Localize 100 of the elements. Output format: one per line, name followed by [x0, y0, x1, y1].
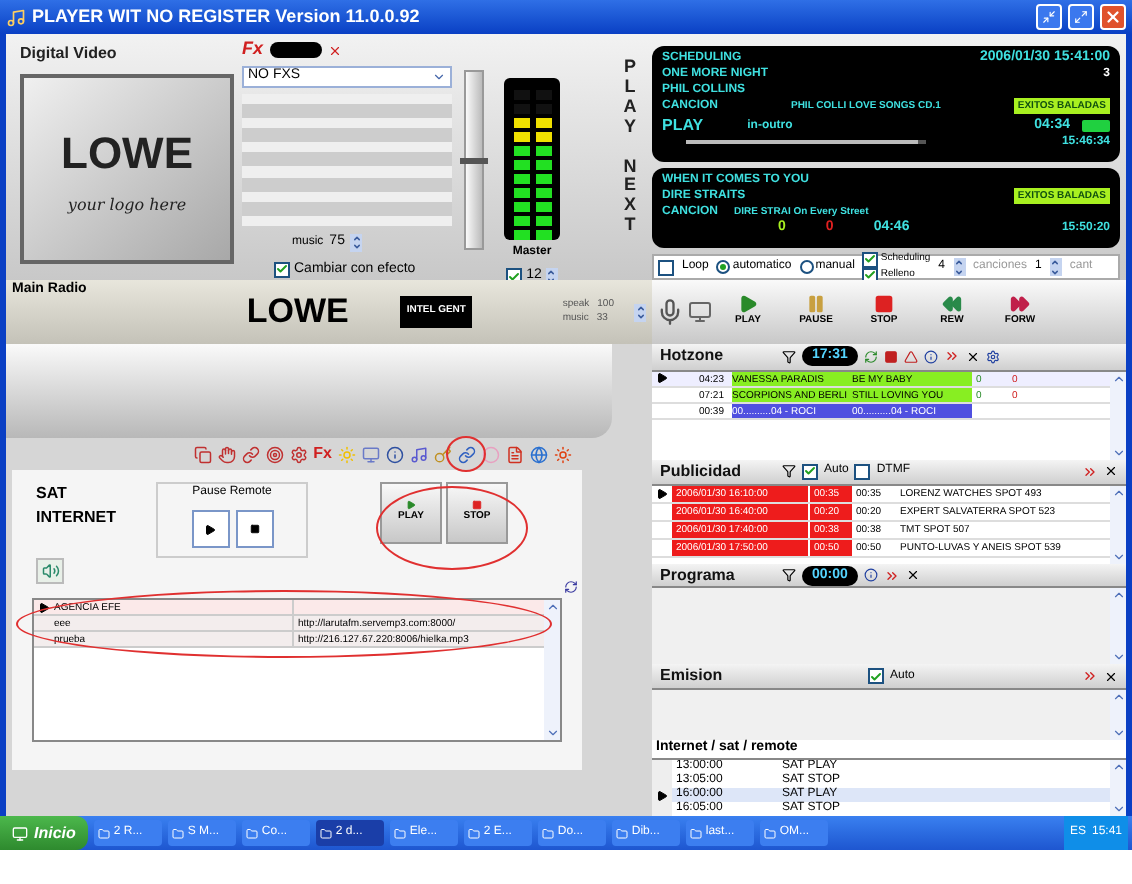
- folder-icon: [763, 827, 776, 839]
- folder-icon: [541, 827, 554, 839]
- scrollbar[interactable]: [1110, 760, 1126, 816]
- checkbox[interactable]: [802, 463, 818, 480]
- sun-icon[interactable]: [554, 445, 572, 463]
- spinner-arrows-icon[interactable]: [350, 233, 363, 252]
- copy-icon[interactable]: [193, 445, 212, 463]
- folder-icon: [467, 827, 480, 839]
- row-pointer-icon: [656, 789, 668, 802]
- info-icon: [923, 349, 938, 364]
- row-pointer-icon: [38, 601, 50, 613]
- logo-tagline: your logo here: [67, 194, 187, 218]
- stop-icon: [249, 524, 259, 534]
- stop-button[interactable]: [235, 510, 273, 548]
- volume-slider-thumb[interactable]: [460, 158, 488, 164]
- checkbox[interactable]: [854, 463, 871, 480]
- close-icon: [1104, 8, 1122, 26]
- scroll-down-icon[interactable]: [1111, 650, 1125, 665]
- globe-icon[interactable]: [530, 445, 548, 463]
- monitor-icon: [688, 299, 712, 324]
- stop-icon: [472, 500, 482, 511]
- scrollbar[interactable]: [1110, 371, 1126, 460]
- radio-button[interactable]: [799, 260, 814, 274]
- close-icon: [1104, 464, 1118, 479]
- section-title: Programa: [660, 563, 737, 588]
- scroll-down-icon[interactable]: [545, 726, 559, 740]
- folder-icon: [393, 827, 406, 839]
- play-state: PLAY: [662, 118, 704, 134]
- target-icon[interactable]: [265, 445, 284, 463]
- scroll-up-icon[interactable]: [1111, 371, 1125, 386]
- refresh-icon: [564, 580, 578, 594]
- circle-icon[interactable]: [482, 445, 500, 463]
- filter-icon: [782, 464, 796, 479]
- checkbox[interactable]: [274, 261, 290, 278]
- scroll-up-icon[interactable]: [1111, 760, 1125, 775]
- spinner-arrows-icon[interactable]: [634, 303, 646, 321]
- play-icon: [204, 523, 216, 535]
- triangle-icon: [903, 349, 918, 364]
- speaker-button[interactable]: [36, 558, 64, 584]
- stop-icon: [883, 349, 898, 364]
- settings-icon: [985, 349, 1000, 364]
- maximize-icon: [1074, 10, 1088, 24]
- monitor-icon[interactable]: [362, 445, 380, 463]
- link-icon[interactable]: [241, 445, 260, 463]
- maximize-button[interactable]: [1068, 4, 1094, 30]
- filter-icon: [782, 349, 796, 364]
- folder-icon: [245, 827, 258, 839]
- settings-icon[interactable]: [289, 445, 308, 463]
- scroll-down-icon[interactable]: [1111, 445, 1125, 460]
- checkbox[interactable]: [868, 668, 884, 685]
- scroll-down-icon[interactable]: [1111, 726, 1125, 741]
- folder-icon: [319, 827, 332, 839]
- fx-label: Fx: [242, 36, 264, 63]
- fast-forward-icon: [943, 348, 960, 365]
- key-icon[interactable]: [434, 445, 452, 463]
- scroll-up-icon[interactable]: [1111, 690, 1125, 705]
- spinner-arrows-icon[interactable]: [1049, 258, 1062, 276]
- document-icon[interactable]: [506, 445, 524, 463]
- scrollbar[interactable]: [1110, 485, 1126, 565]
- fast-forward-icon: [1082, 463, 1098, 480]
- checkbox[interactable]: [658, 259, 674, 275]
- folder-icon: [97, 827, 110, 839]
- play-icon: [738, 294, 758, 315]
- link-icon[interactable]: [458, 445, 476, 463]
- section-title: Publicidad: [660, 459, 743, 484]
- scroll-up-icon[interactable]: [1111, 588, 1125, 603]
- start-logo-icon: [12, 825, 28, 841]
- radio-button[interactable]: [716, 260, 731, 274]
- fast-forward-icon: [1010, 294, 1030, 315]
- microphone-icon: [656, 297, 684, 326]
- highlight-ellipse: [446, 436, 486, 472]
- close-icon: [905, 568, 920, 583]
- pause-icon: [806, 294, 826, 315]
- checkbox[interactable]: [862, 251, 879, 267]
- minimize-button[interactable]: [1036, 4, 1062, 30]
- folder-icon: [689, 827, 702, 839]
- close-icon: [1104, 669, 1118, 684]
- spinner-arrows-icon[interactable]: [953, 258, 965, 276]
- scroll-down-icon[interactable]: [1111, 550, 1125, 565]
- fx-toolbar-button[interactable]: Fx: [313, 442, 332, 466]
- scrollbar[interactable]: [1110, 690, 1126, 741]
- app-icon: [6, 7, 26, 27]
- section-title: Digital Video: [20, 42, 119, 66]
- fast-forward-icon: [883, 567, 900, 584]
- row-pointer-icon: [656, 372, 668, 385]
- scrollbar[interactable]: [544, 600, 560, 740]
- scroll-up-icon[interactable]: [1111, 485, 1125, 500]
- fast-forward-icon: [1082, 668, 1098, 685]
- play-button[interactable]: [191, 510, 229, 548]
- fx-toggle-icon[interactable]: [269, 42, 322, 58]
- scrollbar[interactable]: [1110, 588, 1126, 665]
- hand-icon[interactable]: [217, 445, 236, 463]
- info-icon[interactable]: [386, 445, 404, 463]
- close-button[interactable]: [1100, 4, 1126, 30]
- window-title: PLAYER WIT NO REGISTER Version 11.0.0.92: [32, 3, 422, 30]
- sat-subtitle: INTERNET: [36, 506, 116, 530]
- scroll-down-icon[interactable]: [1111, 802, 1125, 816]
- folder-icon: [615, 827, 628, 839]
- play-label: PLAY: [621, 58, 639, 138]
- scroll-up-icon[interactable]: [545, 600, 559, 614]
